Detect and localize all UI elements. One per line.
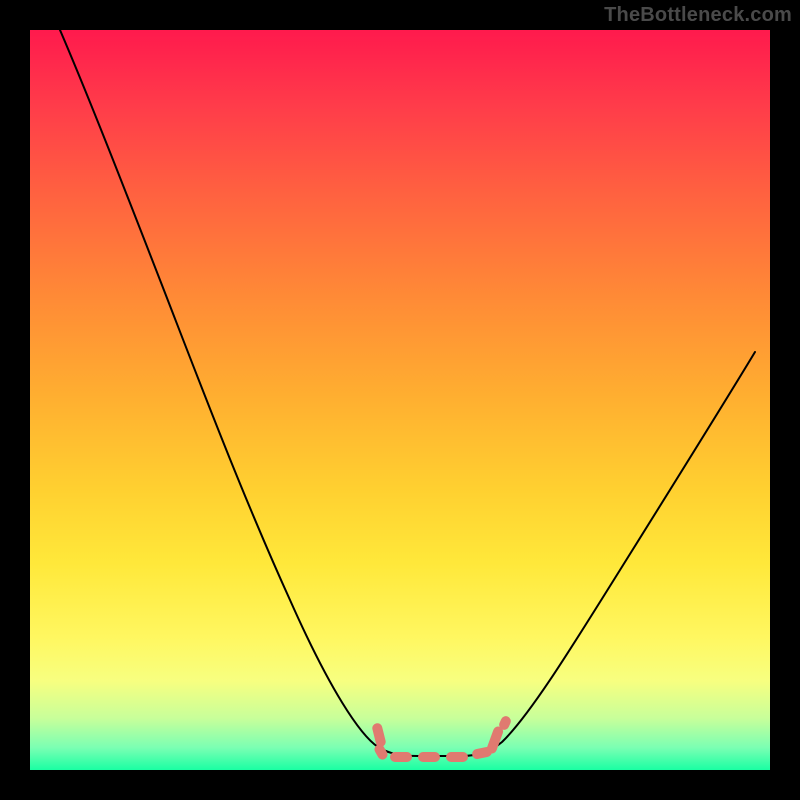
bottleneck-curve-line: [60, 30, 755, 756]
chart-plot-area: [30, 30, 770, 770]
chart-frame: TheBottleneck.com: [0, 0, 800, 800]
minimum-marker-group: [371, 715, 512, 762]
marker-dash-icon: [390, 752, 412, 762]
watermark-text: TheBottleneck.com: [604, 4, 792, 27]
chart-svg: [30, 30, 770, 770]
marker-dash-icon: [418, 752, 440, 762]
marker-dash-icon: [486, 725, 505, 755]
marker-dash-icon: [446, 752, 468, 762]
